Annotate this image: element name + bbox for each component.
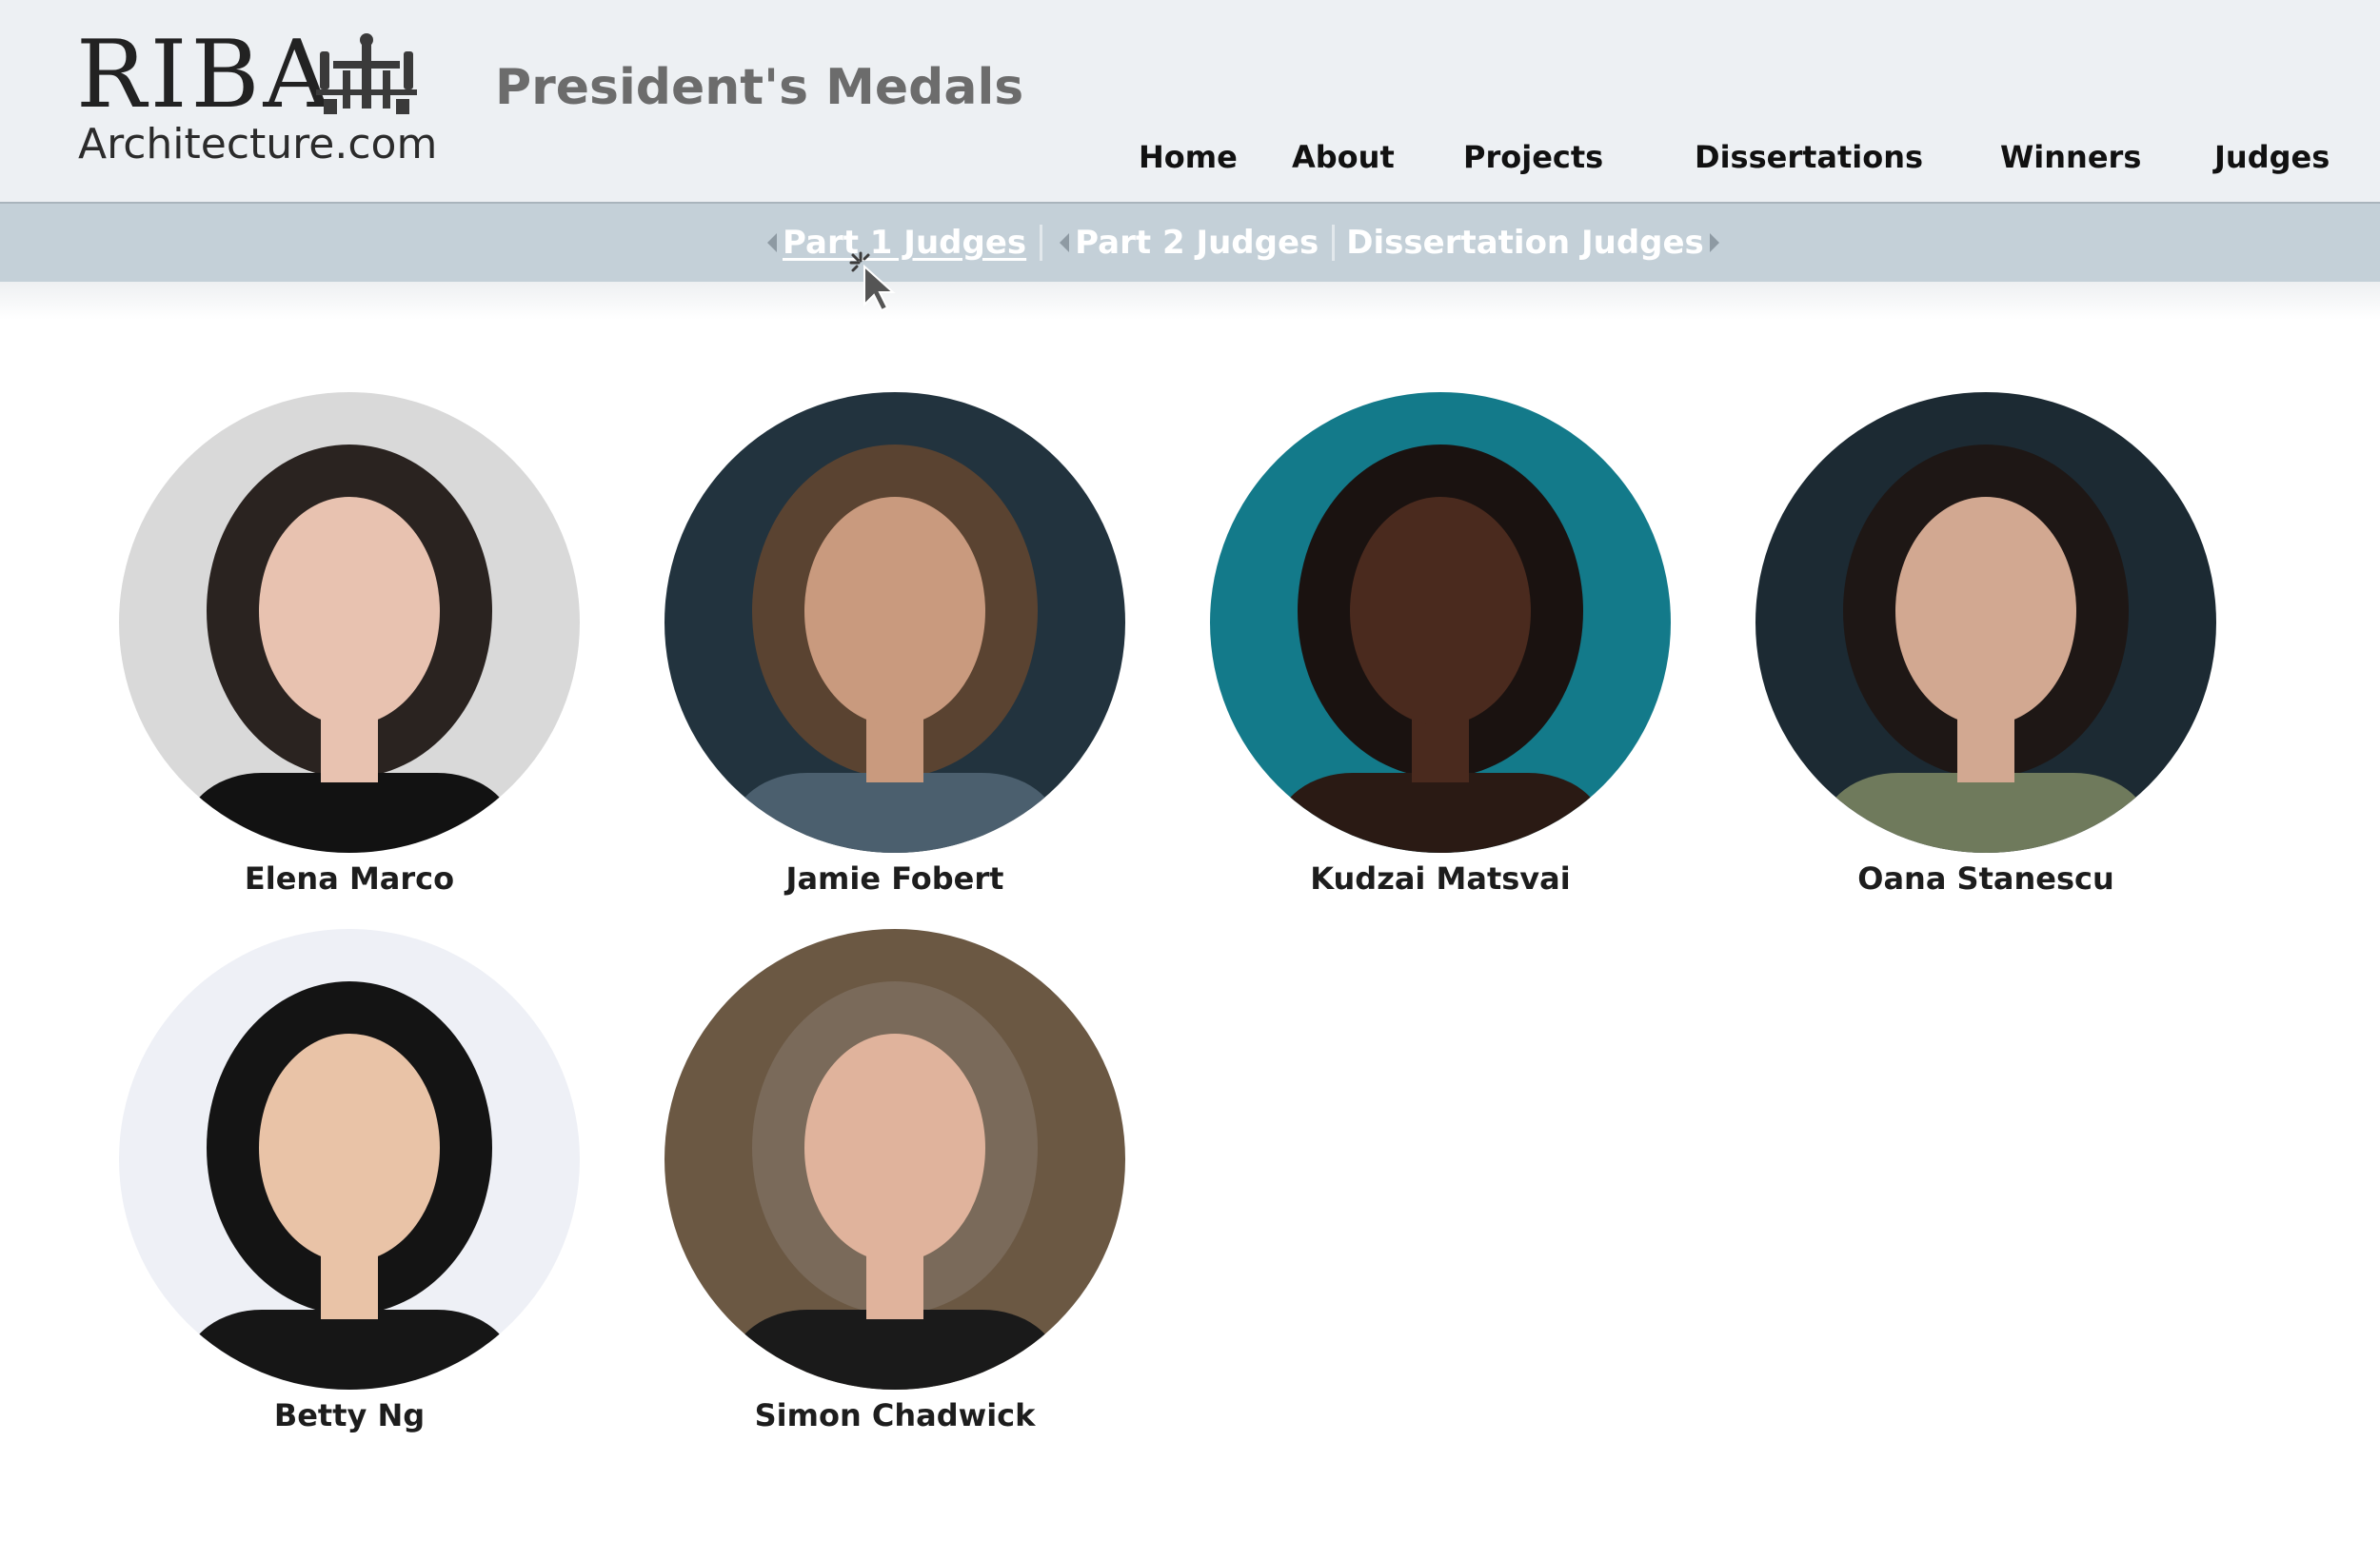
nav-home[interactable]: Home (1139, 139, 1238, 175)
tab-part-2-judges[interactable]: Part 2 Judges (1075, 224, 1319, 262)
mouse-pointer-icon (849, 251, 896, 312)
judge-name: Elena Marco (244, 860, 455, 897)
triangle-right-icon (1709, 233, 1719, 252)
triangle-left-icon (767, 233, 777, 252)
subnav-shadow (0, 282, 2380, 320)
judge-portrait[interactable] (119, 392, 580, 853)
judge-card[interactable]: Simon Chadwick (664, 929, 1125, 1433)
nav-dissertations[interactable]: Dissertations (1695, 139, 1923, 175)
main-nav: Home About Projects Dissertations Winner… (0, 139, 2380, 187)
judge-portrait[interactable] (664, 392, 1125, 853)
judge-name: Kudzai Matsvai (1310, 860, 1571, 897)
site-title: President's Medals (495, 59, 1024, 116)
judge-card[interactable]: Elena Marco (119, 392, 580, 897)
site-header: RIBA Architecture.com President's Medals… (0, 0, 2380, 204)
judge-name: Jamie Fobert (785, 860, 1004, 897)
judge-name: Simon Chadwick (754, 1397, 1036, 1433)
logo-wordmark: RIBA (76, 21, 335, 129)
judge-portrait[interactable] (1755, 392, 2216, 853)
judge-card[interactable]: Betty Ng (119, 929, 580, 1433)
divider (1332, 225, 1336, 261)
nav-projects[interactable]: Projects (1463, 139, 1603, 175)
nav-about[interactable]: About (1292, 139, 1395, 175)
triangle-left-icon (1060, 233, 1070, 252)
judge-card[interactable]: Jamie Fobert (664, 392, 1125, 897)
judge-card[interactable]: Kudzai Matsvai (1210, 392, 1671, 897)
nav-winners[interactable]: Winners (2000, 139, 2141, 175)
judges-subnav: Part 1 Judges Part 2 Judges Dissertation… (0, 204, 2380, 282)
judge-portrait[interactable] (119, 929, 580, 1390)
judge-name: Oana Stanescu (1857, 860, 2114, 897)
judge-name: Betty Ng (273, 1397, 426, 1433)
riba-crest-icon (316, 33, 417, 114)
judge-card[interactable]: Oana Stanescu (1755, 392, 2216, 897)
tab-dissertation-judges[interactable]: Dissertation Judges (1346, 224, 1704, 262)
judge-portrait[interactable] (664, 929, 1125, 1390)
divider (1040, 225, 1043, 261)
nav-judges[interactable]: Judges (2214, 139, 2330, 175)
judge-portrait[interactable] (1210, 392, 1671, 853)
